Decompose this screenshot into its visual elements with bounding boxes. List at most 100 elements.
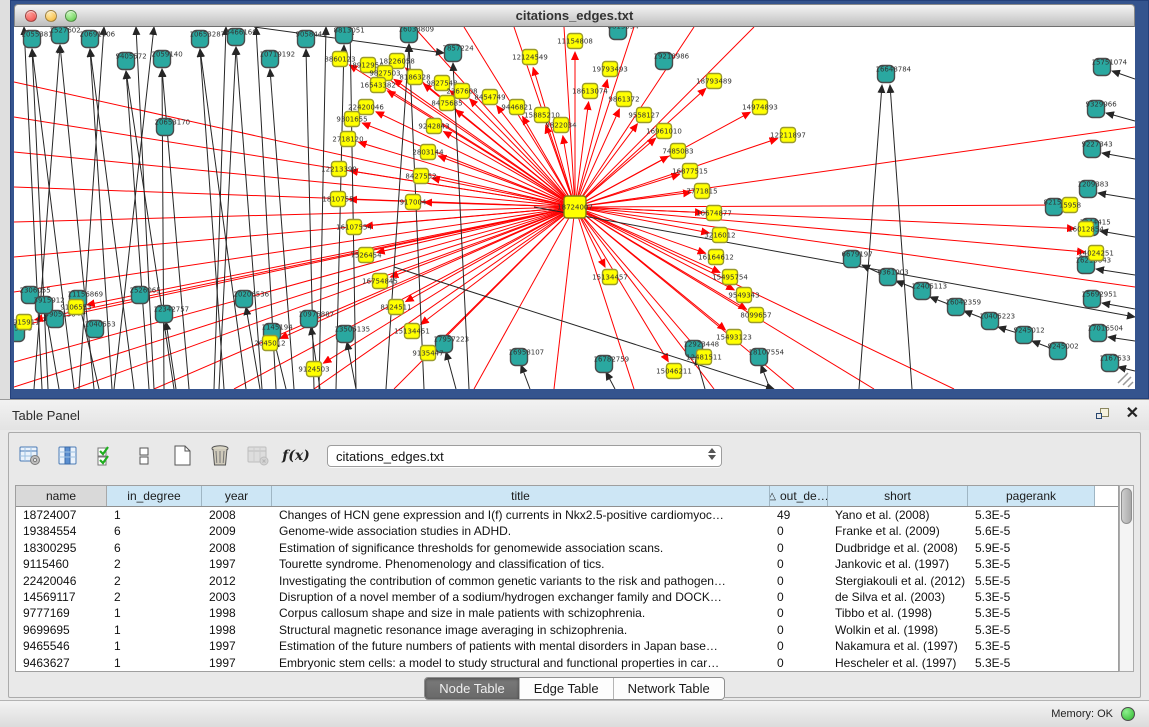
table-cell[interactable]: 5.3E-5 xyxy=(968,507,1095,523)
table-cell[interactable]: 2003 xyxy=(202,589,272,605)
column-header-title[interactable]: title xyxy=(272,486,770,506)
table-settings-icon[interactable] xyxy=(17,443,43,469)
column-header-pagerank[interactable]: pagerank xyxy=(968,486,1095,506)
table-cell[interactable]: Hescheler et al. (1997) xyxy=(828,655,968,671)
table-cell[interactable]: 5.3E-5 xyxy=(968,589,1095,605)
table-cell[interactable]: Tourette syndrome. Phenomenology and cla… xyxy=(272,556,770,572)
table-cell[interactable]: 5.3E-5 xyxy=(968,638,1095,654)
table-cell[interactable]: 6 xyxy=(107,540,202,556)
scrollbar-thumb[interactable] xyxy=(1121,488,1132,524)
table-cell[interactable]: Wolkin et al. (1998) xyxy=(828,622,968,638)
column-header-short[interactable]: short xyxy=(828,486,968,506)
table-cell[interactable]: 18724007 xyxy=(16,507,107,523)
table-cell[interactable]: 9115460 xyxy=(16,556,107,572)
float-panel-icon[interactable] xyxy=(1095,407,1111,423)
table-cell[interactable]: 0 xyxy=(770,573,828,589)
table-cell[interactable]: Yano et al. (2008) xyxy=(828,507,968,523)
clear-selection-icon[interactable] xyxy=(131,443,157,469)
new-column-icon[interactable] xyxy=(169,443,195,469)
table-row[interactable]: 1456911722003Disruption of a novel membe… xyxy=(16,589,1118,605)
column-header-year[interactable]: year xyxy=(202,486,272,506)
table-cell[interactable]: 1998 xyxy=(202,622,272,638)
select-all-icon[interactable] xyxy=(93,443,119,469)
table-row[interactable]: 2242004622012Investigating the contribut… xyxy=(16,573,1118,589)
table-cell[interactable]: 18300295 xyxy=(16,540,107,556)
table-row[interactable]: 969969511998Structural magnetic resonanc… xyxy=(16,622,1118,638)
table-cell[interactable]: Corpus callosum shape and size in male p… xyxy=(272,605,770,621)
table-cell[interactable]: 1997 xyxy=(202,556,272,572)
table-cell[interactable]: 1 xyxy=(107,622,202,638)
delete-column-icon[interactable] xyxy=(207,443,233,469)
table-cell[interactable]: 5.5E-5 xyxy=(968,573,1095,589)
table-cell[interactable]: 2 xyxy=(107,573,202,589)
table-cell[interactable]: Dudbridge et al. (2008) xyxy=(828,540,968,556)
table-cell[interactable]: 5.6E-5 xyxy=(968,523,1095,539)
table-cell[interactable]: Changes of HCN gene expression and I(f) … xyxy=(272,507,770,523)
column-header-name[interactable]: name xyxy=(16,486,107,506)
table-cell[interactable]: 2009 xyxy=(202,523,272,539)
table-cell[interactable]: Nakamura et al. (1997) xyxy=(828,638,968,654)
table-cell[interactable]: de Silva et al. (2003) xyxy=(828,589,968,605)
table-cell[interactable]: 0 xyxy=(770,622,828,638)
network-window-titlebar[interactable]: citations_edges.txt xyxy=(14,4,1135,27)
table-cell[interactable]: 0 xyxy=(770,605,828,621)
table-cell[interactable]: 5.3E-5 xyxy=(968,655,1095,671)
table-cell[interactable]: 9699695 xyxy=(16,622,107,638)
minimize-window-button[interactable] xyxy=(45,10,57,22)
table-cell[interactable]: 6 xyxy=(107,523,202,539)
table-cell[interactable]: 1998 xyxy=(202,605,272,621)
zoom-window-button[interactable] xyxy=(65,10,77,22)
tab-network-table[interactable]: Network Table xyxy=(614,678,724,699)
table-row[interactable]: 911546021997Tourette syndrome. Phenomeno… xyxy=(16,556,1118,572)
column-header-out_de[interactable]: △out_de… xyxy=(770,486,828,506)
table-cell[interactable]: 5.3E-5 xyxy=(968,622,1095,638)
table-row[interactable]: 946362711997Embryonic stem cells: a mode… xyxy=(16,655,1118,671)
table-row[interactable]: 1872400712008Changes of HCN gene express… xyxy=(16,507,1118,523)
table-cell[interactable]: Embryonic stem cells: a model to study s… xyxy=(272,655,770,671)
table-cell[interactable]: 1 xyxy=(107,605,202,621)
column-header-in_degree[interactable]: in_degree xyxy=(107,486,202,506)
table-cell[interactable]: 19384554 xyxy=(16,523,107,539)
table-cell[interactable]: Estimation of the future numbers of pati… xyxy=(272,638,770,654)
table-cell[interactable]: 1 xyxy=(107,655,202,671)
close-window-button[interactable] xyxy=(25,10,37,22)
vertical-scrollbar[interactable] xyxy=(1119,485,1134,672)
table-cell[interactable]: 0 xyxy=(770,638,828,654)
table-row[interactable]: 1938455462009Genome-wide association stu… xyxy=(16,523,1118,539)
table-cell[interactable]: 22420046 xyxy=(16,573,107,589)
table-cell[interactable]: 5.3E-5 xyxy=(968,605,1095,621)
table-cell[interactable]: Stergiakouli et al. (2012) xyxy=(828,573,968,589)
table-cell[interactable]: 5.3E-5 xyxy=(968,556,1095,572)
table-cell[interactable]: 49 xyxy=(770,507,828,523)
table-row[interactable]: 1830029562008Estimation of significance … xyxy=(16,540,1118,556)
table-cell[interactable]: Franke et al. (2009) xyxy=(828,523,968,539)
table-cell[interactable]: 5.9E-5 xyxy=(968,540,1095,556)
table-cell[interactable]: 2008 xyxy=(202,540,272,556)
tab-edge-table[interactable]: Edge Table xyxy=(520,678,614,699)
table-cell[interactable]: 2 xyxy=(107,589,202,605)
column-visibility-icon[interactable] xyxy=(55,443,81,469)
table-cell[interactable]: 9777169 xyxy=(16,605,107,621)
table-cell[interactable]: 2008 xyxy=(202,507,272,523)
close-panel-icon[interactable]: ✕ xyxy=(1126,405,1139,423)
network-canvas[interactable]: 2055381152760220691406940557220591401065… xyxy=(14,27,1135,389)
table-cell[interactable]: 1 xyxy=(107,507,202,523)
table-cell[interactable]: 2012 xyxy=(202,573,272,589)
table-cell[interactable]: 0 xyxy=(770,540,828,556)
table-cell[interactable]: 0 xyxy=(770,655,828,671)
table-row[interactable]: 946554611997Estimation of the future num… xyxy=(16,638,1118,654)
tab-node-table[interactable]: Node Table xyxy=(425,678,520,699)
table-cell[interactable]: 9463627 xyxy=(16,655,107,671)
table-cell[interactable]: 1997 xyxy=(202,655,272,671)
table-cell[interactable]: Investigating the contribution of common… xyxy=(272,573,770,589)
table-cell[interactable]: 0 xyxy=(770,556,828,572)
table-cell[interactable]: Jankovic et al. (1997) xyxy=(828,556,968,572)
table-selector-dropdown[interactable]: citations_edges.txt xyxy=(327,445,722,467)
table-cell[interactable]: 2 xyxy=(107,556,202,572)
table-cell[interactable]: 0 xyxy=(770,589,828,605)
table-cell[interactable]: 1 xyxy=(107,638,202,654)
table-cell[interactable]: 14569117 xyxy=(16,589,107,605)
table-cell[interactable]: 1997 xyxy=(202,638,272,654)
table-cell[interactable]: Genome-wide association studies in ADHD. xyxy=(272,523,770,539)
function-builder-icon[interactable]: f(x) xyxy=(283,443,309,469)
